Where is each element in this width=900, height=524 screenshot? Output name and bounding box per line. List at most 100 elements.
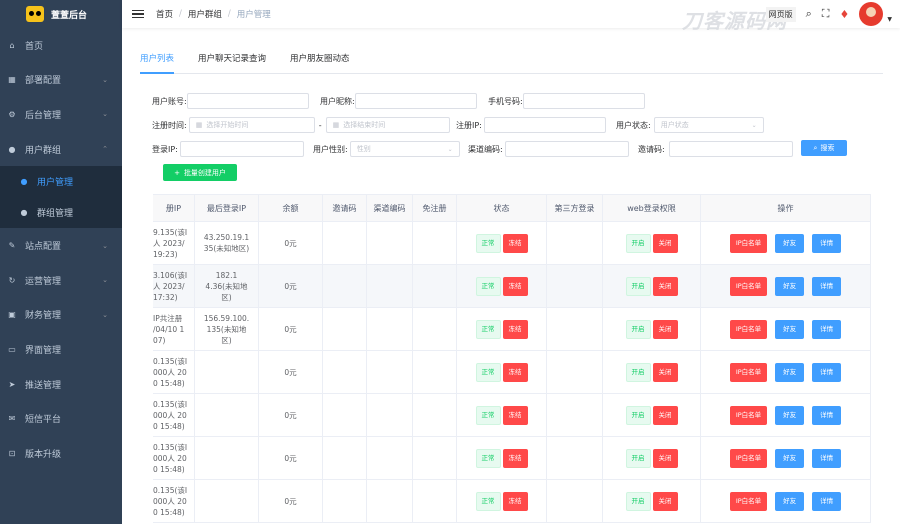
web-enable-button[interactable]: 开启 xyxy=(625,448,651,468)
web-disable-button[interactable]: 关闭 xyxy=(652,448,678,468)
hamburger-icon[interactable] xyxy=(132,8,144,21)
detail-button[interactable]: 详情 xyxy=(812,276,842,296)
end-time-input[interactable]: ▦ 选择结束时间 xyxy=(325,117,450,133)
freeze-button[interactable]: 冻结 xyxy=(502,362,528,382)
regip-input[interactable] xyxy=(483,117,606,133)
third-party-cell xyxy=(547,394,603,436)
sidebar-item[interactable]: ⌂ 首页 xyxy=(0,28,122,63)
fullscreen-icon[interactable]: ⛶ xyxy=(822,7,830,21)
friends-button[interactable]: 好友 xyxy=(775,362,805,382)
web-enable-button[interactable]: 开启 xyxy=(625,405,651,425)
detail-button[interactable]: 详情 xyxy=(812,319,842,339)
sidebar-item[interactable]: ▣ 财务管理 ⌄ xyxy=(0,298,122,333)
send-icon: ➤ xyxy=(8,379,16,389)
web-login-cell: 开启 关闭 xyxy=(603,222,701,264)
friends-button[interactable]: 好友 xyxy=(775,319,805,339)
sidebar-item[interactable]: ➤ 推送管理 xyxy=(0,367,122,402)
detail-button[interactable]: 详情 xyxy=(812,233,842,253)
breadcrumb-home[interactable]: 首页 xyxy=(156,8,173,20)
detail-button[interactable]: 详情 xyxy=(812,491,842,511)
user-icon: ● xyxy=(8,144,16,154)
reg-ip-cell: 0.135(该I 000人 20 0 15:48) xyxy=(153,437,195,479)
reg-ip-cell: 0.135(该I 000人 20 0 15:48) xyxy=(153,351,195,393)
web-disable-button[interactable]: 关闭 xyxy=(652,362,678,382)
ip-whitelist-button[interactable]: IP白名单 xyxy=(729,448,768,468)
ip-whitelist-button[interactable]: IP白名单 xyxy=(729,319,768,339)
detail-button[interactable]: 详情 xyxy=(812,405,842,425)
search-icon[interactable]: ⌕ xyxy=(806,7,812,21)
phone-input[interactable] xyxy=(522,93,645,109)
sidebar-item[interactable]: ↻ 运营管理 ⌄ xyxy=(0,263,122,298)
brand[interactable]: 萱萱后台 xyxy=(0,0,122,28)
ip-whitelist-button[interactable]: IP白名单 xyxy=(729,491,768,511)
ip-whitelist-button[interactable]: IP白名单 xyxy=(729,362,768,382)
status-cell: 正常 冻结 xyxy=(457,437,547,479)
start-time-input[interactable]: ▦ 选择开始时间 xyxy=(188,117,315,133)
sidebar-subitem[interactable]: ● 用户管理 xyxy=(0,166,122,198)
balance-cell: 0元 xyxy=(259,308,323,350)
breadcrumb-group[interactable]: 用户群组 xyxy=(188,8,222,20)
channel-input[interactable] xyxy=(504,141,629,157)
table-body: 9.135(该I 人 2023/ 19:23) 43.250.19.1 35(未知… xyxy=(153,222,871,523)
nickname-input[interactable] xyxy=(354,93,477,109)
invite-cell xyxy=(323,394,367,436)
sidebar-item[interactable]: ✎ 站点配置 ⌄ xyxy=(0,228,122,263)
chevron-down-icon: ⌄ xyxy=(447,145,453,153)
wrench-icon: ✎ xyxy=(8,241,16,251)
web-enable-button[interactable]: 开启 xyxy=(625,362,651,382)
tab-user-list[interactable]: 用户列表 xyxy=(140,52,175,74)
web-enable-button[interactable]: 开启 xyxy=(625,276,651,296)
reg-ip-cell: 3.106(该I 人 2023/ 17:32) xyxy=(153,265,195,307)
friends-button[interactable]: 好友 xyxy=(775,276,805,296)
web-disable-button[interactable]: 关闭 xyxy=(652,405,678,425)
invite-cell xyxy=(323,437,367,479)
detail-button[interactable]: 详情 xyxy=(812,448,842,468)
freeze-button[interactable]: 冻结 xyxy=(502,448,528,468)
ip-whitelist-button[interactable]: IP白名单 xyxy=(729,405,768,425)
loginip-input[interactable] xyxy=(179,141,304,157)
friends-button[interactable]: 好友 xyxy=(775,233,805,253)
search-button[interactable]: ⌕ 搜索 xyxy=(801,140,847,156)
sidebar-item[interactable]: ⊡ 版本升级 xyxy=(0,436,122,471)
web-login-cell: 开启 关闭 xyxy=(603,308,701,350)
web-enable-button[interactable]: 开启 xyxy=(625,319,651,339)
sidebar-item[interactable]: ✉ 短信平台 xyxy=(0,401,122,436)
invite-input[interactable] xyxy=(668,141,793,157)
ip-whitelist-button[interactable]: IP白名单 xyxy=(729,276,768,296)
sidebar-item[interactable]: ● 用户群组 ⌃ xyxy=(0,132,122,167)
web-disable-button[interactable]: 关闭 xyxy=(652,233,678,253)
freeze-button[interactable]: 冻结 xyxy=(502,233,528,253)
gender-select[interactable]: 性别 ⌄ xyxy=(349,141,460,157)
account-input[interactable] xyxy=(186,93,309,109)
avatar[interactable] xyxy=(859,2,884,26)
freeze-button[interactable]: 冻结 xyxy=(502,319,528,339)
friends-button[interactable]: 好友 xyxy=(775,405,805,425)
tab-moments[interactable]: 用户朋友圈动态 xyxy=(290,52,350,74)
sidebar-item[interactable]: ⚙ 后台管理 ⌄ xyxy=(0,97,122,132)
status-select[interactable]: 用户状态 ⌄ xyxy=(653,117,764,133)
window-icon: ▭ xyxy=(8,344,16,354)
money-bag-icon[interactable]: ♦ xyxy=(840,8,850,21)
web-disable-button[interactable]: 关闭 xyxy=(652,276,678,296)
version-switch[interactable]: 网页版 xyxy=(765,6,796,22)
sidebar-item[interactable]: ▦ 部署配置 ⌄ xyxy=(0,63,122,98)
chevron-down-icon: ⌄ xyxy=(102,241,108,250)
phone-label: 手机号码: xyxy=(488,96,523,106)
web-disable-button[interactable]: 关闭 xyxy=(652,319,678,339)
web-enable-button[interactable]: 开启 xyxy=(625,233,651,253)
ip-whitelist-button[interactable]: IP白名单 xyxy=(729,233,768,253)
web-enable-button[interactable]: 开启 xyxy=(625,491,651,511)
friends-button[interactable]: 好友 xyxy=(775,448,805,468)
caret-down-icon[interactable]: ▼ xyxy=(887,16,892,23)
batch-create-button[interactable]: + 批量创建用户 xyxy=(163,164,237,181)
friends-button[interactable]: 好友 xyxy=(775,491,805,511)
freeze-button[interactable]: 冻结 xyxy=(502,405,528,425)
tab-chat-records[interactable]: 用户聊天记录查询 xyxy=(198,52,266,74)
status-label: 用户状态: xyxy=(616,120,651,130)
freeze-button[interactable]: 冻结 xyxy=(502,276,528,296)
detail-button[interactable]: 详情 xyxy=(812,362,842,382)
freeze-button[interactable]: 冻结 xyxy=(502,491,528,511)
sidebar-subitem[interactable]: ● 群组管理 xyxy=(0,197,122,229)
sidebar-item[interactable]: ▭ 界面管理 xyxy=(0,332,122,367)
web-disable-button[interactable]: 关闭 xyxy=(652,491,678,511)
